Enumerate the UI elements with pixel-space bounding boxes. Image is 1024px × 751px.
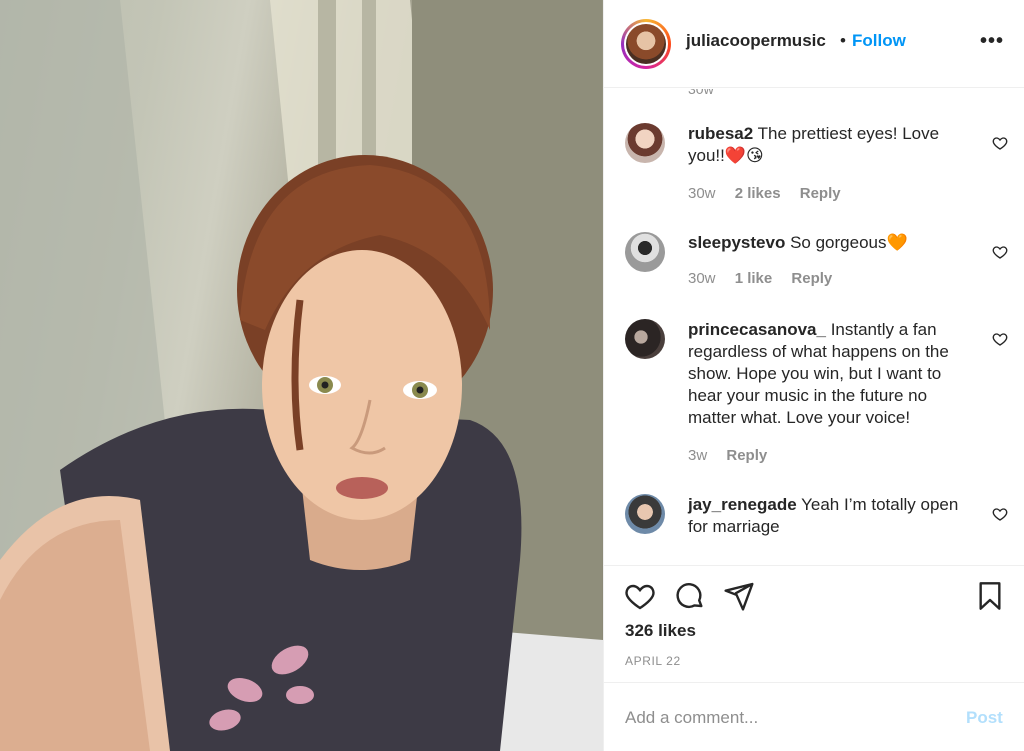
commenter-avatar[interactable] [625,319,665,359]
comment-age[interactable]: 30w [688,270,716,287]
commenter-username[interactable]: rubesa2 [688,124,753,143]
post-photo [0,0,603,751]
commenter-username[interactable]: jay_renegade [688,495,797,514]
commenter-username[interactable]: sleepystevo [688,233,785,252]
comment-age[interactable]: 3w [688,447,707,464]
add-comment-bar: Post [604,682,1024,751]
comment-text: sleepystevo So gorgeous🧡 [688,233,908,252]
header-separator: • [840,31,846,50]
post-date[interactable]: APRIL 22 [625,654,681,668]
commenter-avatar[interactable] [625,123,665,163]
post-actions: 326 likes APRIL 22 [604,565,1024,680]
save-bookmark-icon[interactable] [974,580,1006,612]
comment-meta: 30w 2 likes Reply [688,185,856,202]
like-comment-heart-icon[interactable] [992,331,1008,347]
comment-age[interactable]: 30w [688,185,716,202]
more-options-icon[interactable]: ••• [980,30,1004,53]
comment-meta: 3w Reply [688,447,782,464]
follow-button[interactable]: Follow [852,31,906,51]
post-side-panel: juliacoopermusic • Follow ••• 30w rubesa… [603,0,1024,751]
reply-button[interactable]: Reply [726,447,767,464]
comment-text: jay_renegade Yeah I’m totally open for m… [688,495,959,536]
like-heart-icon[interactable] [624,580,656,612]
author-avatar[interactable] [621,19,671,69]
comment-text: princecasanova_ Instantly a fan regardle… [688,320,949,427]
comment-likes[interactable]: 1 like [735,270,773,287]
comment-meta: 30w 1 like Reply [688,270,847,287]
comment-bubble-icon[interactable] [674,580,706,612]
comment-input[interactable] [625,705,945,731]
like-comment-heart-icon[interactable] [992,506,1008,522]
like-comment-heart-icon[interactable] [992,244,1008,260]
commenter-username[interactable]: princecasanova_ [688,320,826,339]
like-comment-heart-icon[interactable] [992,135,1008,151]
commenter-avatar[interactable] [625,494,665,534]
author-username[interactable]: juliacoopermusic [686,31,826,51]
comments-list[interactable]: 30w rubesa2 The prettiest eyes! Love you… [604,89,1024,564]
reply-button[interactable]: Reply [791,270,832,287]
cutoff-text: 30w [688,89,714,97]
share-send-icon[interactable] [723,580,755,612]
selfie-image [0,0,603,751]
post-comment-button[interactable]: Post [966,708,1003,728]
commenter-avatar[interactable] [625,232,665,272]
post-header: juliacoopermusic • Follow ••• [604,0,1024,88]
likes-count[interactable]: 326 likes [625,621,696,641]
comment-text: rubesa2 The prettiest eyes! Love you!!❤️… [688,124,940,165]
comment-likes[interactable]: 2 likes [735,185,781,202]
reply-button[interactable]: Reply [800,185,841,202]
